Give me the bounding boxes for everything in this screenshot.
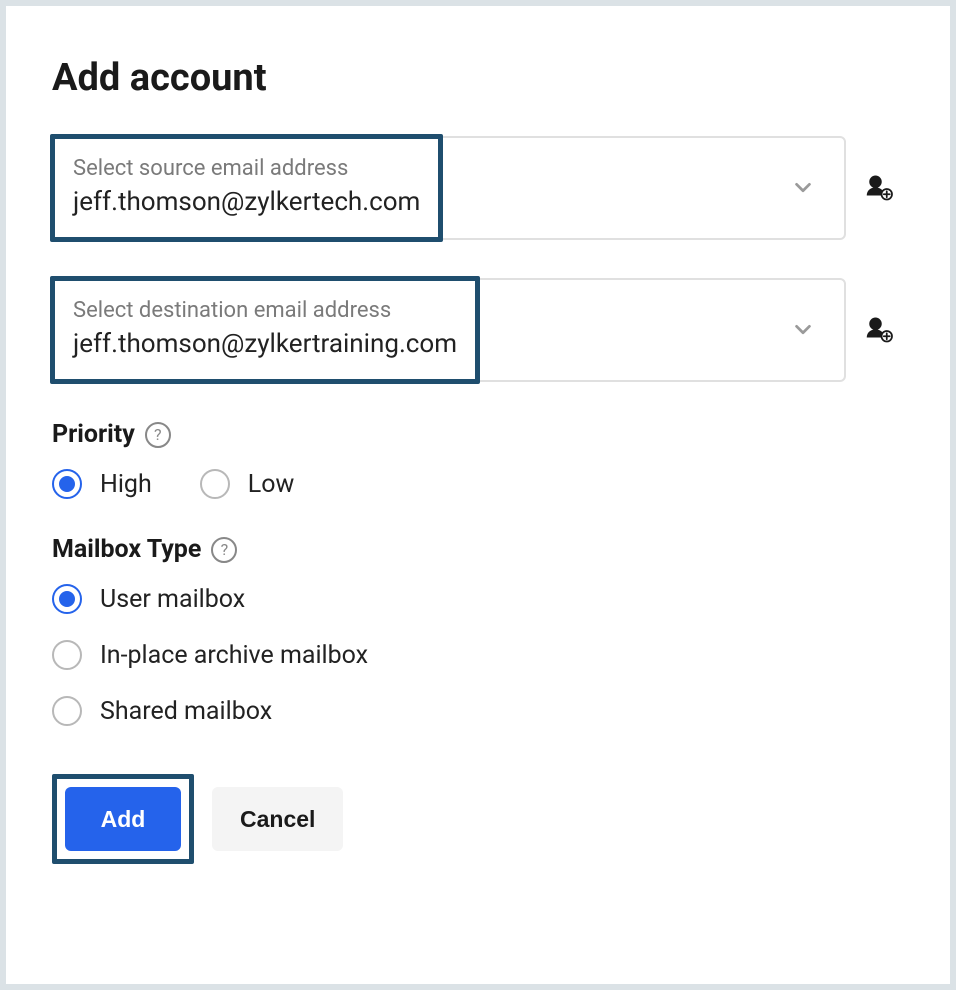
help-icon[interactable]: ?: [211, 537, 237, 563]
destination-email-label: Select destination email address: [73, 298, 457, 323]
mailbox-user-label: User mailbox: [100, 585, 245, 614]
radio-indicator: [52, 469, 82, 499]
mailbox-archive-radio[interactable]: In-place archive mailbox: [52, 640, 904, 670]
priority-high-label: High: [100, 470, 152, 499]
button-row: Add Cancel: [52, 774, 904, 864]
add-destination-user-icon[interactable]: [852, 315, 904, 345]
mailbox-shared-label: Shared mailbox: [100, 697, 272, 726]
priority-high-radio[interactable]: High: [52, 469, 152, 499]
destination-email-highlight: Select destination email address jeff.th…: [50, 276, 480, 384]
mailbox-type-options: User mailbox In-place archive mailbox Sh…: [52, 584, 904, 726]
destination-row: Select destination email address jeff.th…: [52, 278, 904, 382]
mailbox-shared-radio[interactable]: Shared mailbox: [52, 696, 904, 726]
priority-low-radio[interactable]: Low: [200, 469, 295, 499]
help-icon[interactable]: ?: [145, 422, 171, 448]
source-email-highlight: Select source email address jeff.thomson…: [50, 134, 443, 242]
priority-label: Priority: [52, 420, 135, 449]
radio-indicator: [200, 469, 230, 499]
mailbox-type-label-row: Mailbox Type ?: [52, 535, 904, 564]
page-title: Add account: [52, 56, 904, 100]
add-button-highlight: Add: [52, 774, 194, 864]
source-email-value: jeff.thomson@zylkertech.com: [73, 187, 420, 217]
priority-options: High Low: [52, 469, 904, 499]
source-email-label: Select source email address: [73, 156, 420, 181]
radio-indicator: [52, 696, 82, 726]
priority-low-label: Low: [248, 470, 295, 499]
mailbox-type-label: Mailbox Type: [52, 535, 201, 564]
priority-label-row: Priority ?: [52, 420, 904, 449]
add-source-user-icon[interactable]: [852, 173, 904, 203]
destination-email-value: jeff.thomson@zylkertraining.com: [73, 329, 457, 359]
chevron-down-icon: [792, 319, 814, 341]
chevron-down-icon: [792, 177, 814, 199]
mailbox-user-radio[interactable]: User mailbox: [52, 584, 904, 614]
destination-email-dropdown[interactable]: Select destination email address jeff.th…: [52, 278, 846, 382]
cancel-button[interactable]: Cancel: [212, 787, 343, 851]
radio-indicator: [52, 640, 82, 670]
add-button[interactable]: Add: [65, 787, 181, 851]
add-account-panel: Add account Select source email address …: [6, 6, 950, 984]
source-email-dropdown[interactable]: Select source email address jeff.thomson…: [52, 136, 846, 240]
source-row: Select source email address jeff.thomson…: [52, 136, 904, 240]
radio-indicator: [52, 584, 82, 614]
mailbox-archive-label: In-place archive mailbox: [100, 641, 368, 670]
